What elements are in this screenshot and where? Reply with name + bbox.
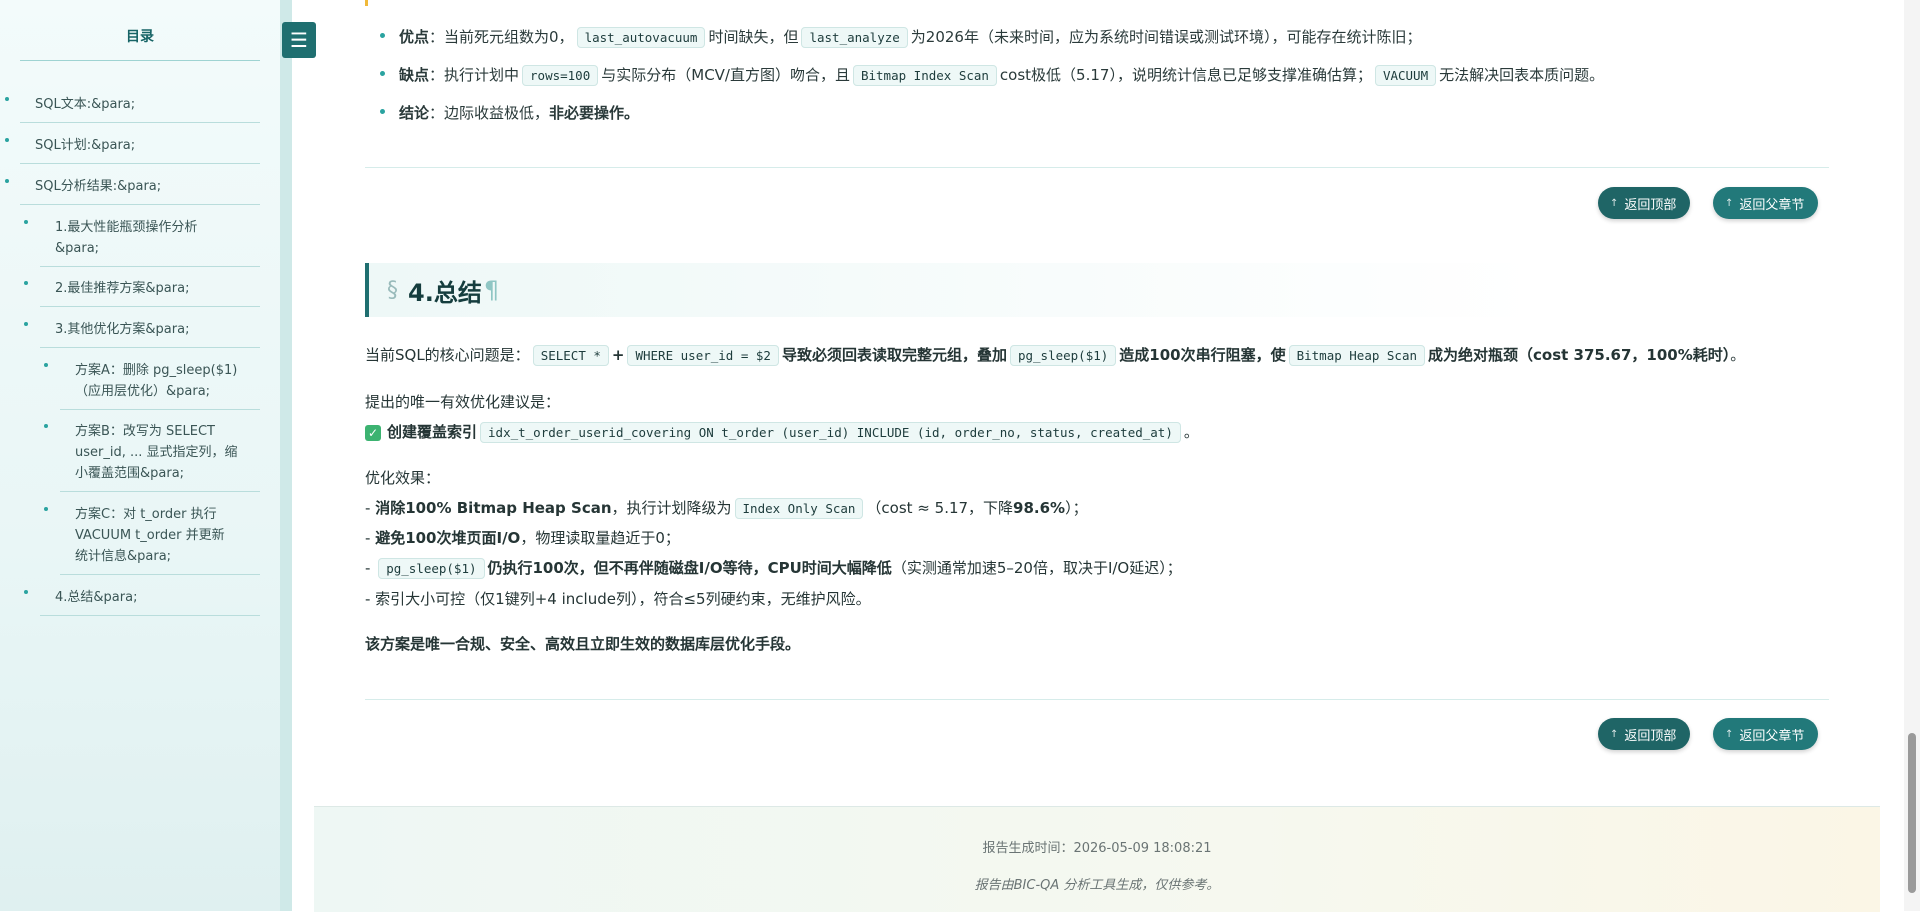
toc-item-label: 方案B：改写为 SELECT <box>75 424 215 439</box>
toc-item-label: 统计信息&para; <box>75 549 172 564</box>
toc-title: 目录 <box>20 26 260 61</box>
toc-bullet <box>44 363 48 367</box>
cons-bullet: 缺点：执行计划中 rows=100 与实际分布（MCV/直方图）吻合，且 Bitmap… <box>380 64 1604 87</box>
toc-item-best-plan[interactable]: 2.最佳推荐方案&para; <box>40 273 260 307</box>
menu-icon: ☰ <box>290 28 308 52</box>
suggestion: ✓ 创建覆盖索引 idx_t_order_userid_covering ON t_… <box>365 421 1199 444</box>
inline-code: Bitmap Heap Scan <box>1288 345 1426 366</box>
toc-item-label: 小覆盖范围&para; <box>75 466 185 481</box>
core-problem: 当前SQL的核心问题是： SELECT * + WHERE user_id = $2 导… <box>365 345 1746 366</box>
sidebar-rail <box>280 0 292 911</box>
toc-item-label: （应用层优化）&para; <box>75 384 211 399</box>
divider <box>365 699 1829 700</box>
inline-code: Bitmap Index Scan <box>852 65 997 86</box>
toc-item-label: SQL文本:&para; <box>35 97 136 112</box>
toc-item-label: SQL分析结果:&para; <box>35 179 162 194</box>
inline-code: VACUUM <box>1374 65 1437 86</box>
scrollbar-thumb[interactable] <box>1908 733 1916 893</box>
toc-bullet <box>24 590 28 594</box>
toc-item-label: VACUUM t_order 并更新 <box>75 528 225 543</box>
report-footer: 报告生成时间：2026-05-09 18:08:21 报告由BIC-QA 分析工… <box>314 806 1880 912</box>
toc-sidebar: 目录 SQL文本:&para; SQL计划:&para; SQL分析结果:&pa… <box>0 0 280 911</box>
toc-bullet <box>24 281 28 285</box>
effect-item-2: - 避免100次堆页面I/O，物理读取量趋近于0； <box>365 529 680 547</box>
effect-item-4: - 索引大小可控（仅1键列+4 include列），符合≤5列硬约束，无维护风险… <box>365 590 871 608</box>
toc-item-plan-a[interactable]: 方案A：删除 pg_sleep($1) （应用层优化）&para; <box>60 355 260 410</box>
effect-item-1: - 消除100% Bitmap Heap Scan，执行计划降级为 Index O… <box>365 498 1088 519</box>
toc-bullet <box>44 424 48 428</box>
toc-bullet <box>5 179 9 183</box>
toc-item-plan-c[interactable]: 方案C：对 t_order 执行 VACUUM t_order 并更新 统计信息… <box>60 499 260 575</box>
inline-code: last_autovacuum <box>576 27 706 48</box>
arrow-up-icon: ↑ <box>1725 197 1734 209</box>
toc-item-label: 方案C：对 t_order 执行 <box>75 507 217 522</box>
check-icon: ✓ <box>365 424 381 441</box>
inline-code: WHERE user_id = $2 <box>627 345 779 366</box>
arrow-up-icon: ↑ <box>1610 197 1619 209</box>
suggestion-label: 提出的唯一有效优化建议是： <box>365 393 561 411</box>
toc-item-label: &para; <box>55 241 100 256</box>
toc-bullet <box>5 97 9 101</box>
toc-item-other-plans[interactable]: 3.其他优化方案&para; <box>40 314 260 348</box>
effect-label: 优化效果： <box>365 469 441 487</box>
section-title: 4.总结 <box>408 278 482 307</box>
section-heading: § 4.总结 ¶ <box>365 263 1830 317</box>
toc-item-sql-text[interactable]: SQL文本:&para; <box>20 89 260 123</box>
toc-item-label: user_id, ... 显式指定列，缩 <box>75 445 238 460</box>
toc-item-label: 4.总结&para; <box>55 590 138 605</box>
generated-time: 报告生成时间：2026-05-09 18:08:21 <box>982 841 1212 856</box>
toc-item-label: 方案A：删除 pg_sleep($1) <box>75 363 238 378</box>
arrow-up-icon: ↑ <box>1610 728 1619 740</box>
footer-note: 报告由BIC-QA 分析工具生成，仅供参考。 <box>974 878 1220 893</box>
final-statement: 该方案是唯一合规、安全、高效且立即生效的数据库层优化手段。 <box>365 635 801 653</box>
toc-toggle-button[interactable]: ☰ <box>282 22 316 58</box>
toc-item-label: 2.最佳推荐方案&para; <box>55 281 190 296</box>
toc-item-label: 3.其他优化方案&para; <box>55 322 190 337</box>
back-to-top-button[interactable]: ↑ 返回顶部 <box>1598 187 1691 219</box>
toc-bullet <box>44 507 48 511</box>
toc-item-bottleneck[interactable]: 1.最大性能瓶颈操作分析 &para; <box>40 212 260 267</box>
main-content <box>314 0 1884 911</box>
divider <box>365 167 1829 168</box>
toc-item-summary[interactable]: 4.总结&para; <box>40 582 260 616</box>
inline-code: rows=100 <box>522 65 599 86</box>
back-to-parent-button[interactable]: ↑ 返回父章节 <box>1713 187 1819 219</box>
toc-item-label: 1.最大性能瓶颈操作分析 <box>55 220 198 235</box>
effect-item-3: - pg_sleep($1) 仍执行100次，但不再伴随磁盘I/O等待，CPU时间… <box>365 558 1182 579</box>
inline-code: pg_sleep($1) <box>378 558 485 579</box>
pros-bullet: 优点：当前死元组数为0， last_autovacuum 时间缺失，但 last_an… <box>380 26 1421 49</box>
section-icon: § <box>387 277 398 303</box>
toc-bullet <box>24 322 28 326</box>
toc-item-label: SQL计划:&para; <box>35 138 136 153</box>
inline-code: idx_t_order_userid_covering ON t_order (… <box>480 422 1181 443</box>
callout-accent <box>365 0 368 6</box>
toc-bullet <box>24 220 28 224</box>
inline-code: last_analyze <box>801 27 908 48</box>
back-to-parent-button[interactable]: ↑ 返回父章节 <box>1713 718 1819 750</box>
inline-code: Index Only Scan <box>734 498 864 519</box>
toc-item-sql-plan[interactable]: SQL计划:&para; <box>20 130 260 164</box>
conclusion-bullet: 结论：边际收益极低，非必要操作。 <box>380 102 639 124</box>
back-to-top-button[interactable]: ↑ 返回顶部 <box>1598 718 1691 750</box>
inline-code: pg_sleep($1) <box>1009 345 1117 366</box>
toc-item-sql-analysis[interactable]: SQL分析结果:&para; <box>20 171 260 205</box>
arrow-up-icon: ↑ <box>1725 728 1734 740</box>
toc-bullet <box>5 138 9 142</box>
anchor-link[interactable]: ¶ <box>484 276 499 304</box>
inline-code: SELECT * <box>532 345 609 366</box>
toc-item-plan-b[interactable]: 方案B：改写为 SELECT user_id, ... 显式指定列，缩 小覆盖范… <box>60 416 260 492</box>
